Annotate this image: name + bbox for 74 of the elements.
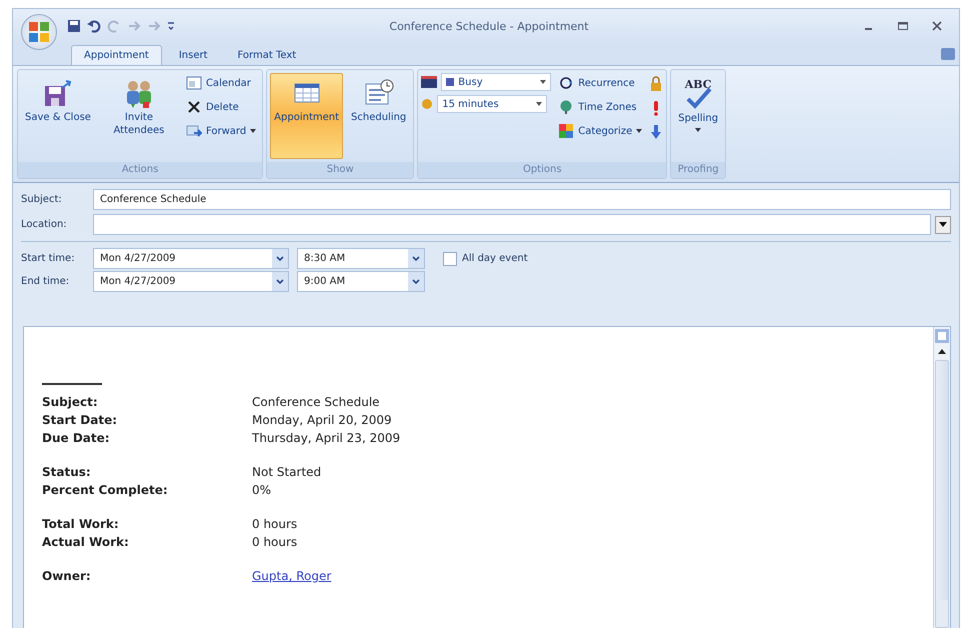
square-icon: [446, 78, 454, 86]
group-label: Proofing: [671, 162, 726, 178]
ribbon-button[interactable]: Forward: [182, 121, 260, 141]
field-label: Start time:: [21, 253, 76, 264]
detail-label: Due Date:: [42, 431, 111, 445]
dropdown-caret-icon: [540, 80, 546, 84]
ribbon-button[interactable]: Categorize: [555, 121, 646, 141]
close-icon[interactable]: [931, 20, 943, 32]
ribbon-tab[interactable]: Format Text: [224, 45, 310, 65]
detail-value: Not Started: [252, 465, 322, 479]
abc-text: ABC: [684, 78, 712, 91]
office-button[interactable]: [21, 14, 57, 50]
ribbon-button[interactable]: Time Zones: [555, 97, 646, 117]
ribbon-button[interactable]: ABC Spelling: [674, 73, 722, 159]
time-picker[interactable]: 9:00 AM: [297, 271, 425, 292]
detail-label: Status:: [42, 465, 92, 479]
delete-icon: [186, 99, 202, 115]
subject-field[interactable]: Conference Schedule: [93, 189, 951, 210]
group-label: Options: [418, 162, 666, 178]
dropdown-caret-icon: [536, 102, 542, 106]
detail-label: Subject:: [42, 395, 99, 409]
chevron-down-icon[interactable]: [408, 272, 424, 291]
chevron-down-icon[interactable]: [408, 249, 424, 268]
all-day-checkbox[interactable]: All day event: [443, 252, 528, 266]
detail-value: Conference Schedule: [252, 395, 380, 409]
forward-icon: [186, 123, 202, 139]
ribbon-button[interactable]: Calendar: [182, 73, 260, 93]
dropdown-field[interactable]: 15 minutes: [437, 95, 548, 113]
group-label: Actions: [18, 162, 262, 178]
down-arrow-icon[interactable]: [649, 124, 664, 140]
dropdown-field[interactable]: Busy: [441, 73, 552, 91]
ribbon-button[interactable]: Recurrence: [555, 73, 646, 93]
group-label: Show: [267, 162, 414, 178]
ribbon-button[interactable]: Scheduling: [347, 73, 410, 159]
save-icon[interactable]: [67, 19, 81, 33]
date-picker[interactable]: Mon 4/27/2009: [93, 248, 289, 269]
chevron-down-icon[interactable]: [272, 272, 288, 291]
window-title: Conference Schedule - Appointment: [388, 20, 590, 32]
detail-value: Monday, April 20, 2009: [252, 413, 392, 427]
chevron-down-icon[interactable]: [272, 249, 288, 268]
detail-value: 0 hours: [252, 535, 298, 549]
detail-label: Actual Work:: [42, 535, 130, 549]
detail-label: Start Date:: [42, 413, 118, 427]
ribbon-button[interactable]: Invite Attendees: [98, 73, 179, 159]
ribbon-tab[interactable]: Appointment: [71, 45, 162, 65]
undo-icon[interactable]: [87, 19, 101, 33]
ribbon-button[interactable]: Appointment: [270, 73, 344, 159]
calendar-icon: [186, 75, 202, 91]
detail-value: Thursday, April 23, 2009: [252, 431, 400, 445]
detail-value: 0%: [252, 483, 272, 497]
location-field[interactable]: [93, 214, 931, 235]
scrollbar[interactable]: [933, 327, 950, 628]
time-picker[interactable]: 8:30 AM: [297, 248, 425, 269]
detail-label: Total Work:: [42, 517, 120, 531]
maximize-icon[interactable]: [897, 20, 909, 32]
calendar-icon: [421, 76, 438, 88]
ribbon-tab[interactable]: Insert: [166, 45, 221, 65]
owner-link[interactable]: Gupta, Roger: [252, 569, 332, 583]
recurrence-icon: [558, 75, 574, 91]
ribbon-button[interactable]: Save & Close: [21, 73, 95, 159]
detail-label: Owner:: [42, 569, 92, 583]
logo-icon: [26, 19, 52, 45]
field-label: Location:: [21, 219, 68, 230]
color-squares-icon: [558, 123, 574, 139]
field-label: End time:: [21, 276, 70, 287]
lock-icon[interactable]: [649, 76, 664, 92]
caret-icon: [939, 222, 947, 227]
ribbon-button[interactable]: Delete: [182, 97, 260, 117]
detail-value: 0 hours: [252, 517, 298, 531]
scroll-up-icon[interactable]: [938, 349, 946, 354]
detail-label: Percent Complete:: [42, 483, 169, 497]
date-picker[interactable]: Mon 4/27/2009: [93, 271, 289, 292]
field-label: Subject:: [21, 194, 63, 205]
dropdown-button[interactable]: [935, 216, 951, 234]
